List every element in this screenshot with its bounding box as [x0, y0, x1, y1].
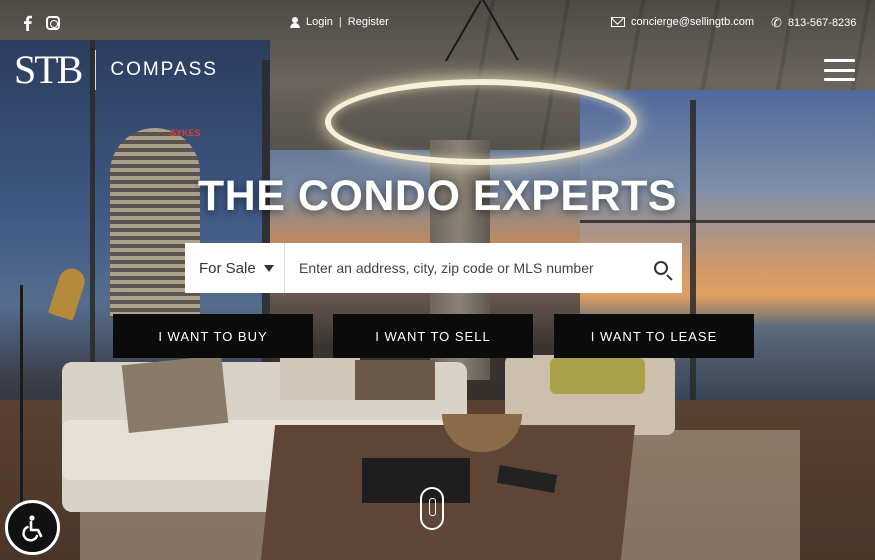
floor-lamp-pole — [20, 285, 23, 515]
scroll-down-icon[interactable] — [420, 487, 444, 530]
property-search: For Sale — [185, 243, 682, 293]
facebook-icon[interactable] — [21, 15, 33, 31]
pillow — [121, 354, 229, 434]
accessibility-button[interactable] — [5, 500, 60, 555]
phone-icon: ✆ — [771, 15, 782, 30]
search-icon — [654, 261, 668, 275]
listing-type-value: For Sale — [199, 259, 256, 277]
window-mullion — [690, 100, 696, 410]
login-link[interactable]: Login — [306, 16, 333, 28]
logo-mark: STB — [14, 47, 83, 92]
register-link[interactable]: Register — [348, 16, 389, 28]
lease-button[interactable]: I WANT TO LEASE — [554, 314, 754, 358]
sell-button[interactable]: I WANT TO SELL — [333, 314, 533, 358]
site-logo[interactable]: STB COMPASS — [14, 46, 218, 93]
search-input[interactable] — [285, 243, 640, 293]
email-link[interactable]: concierge@sellingtb.com — [631, 16, 754, 28]
buy-button[interactable]: I WANT TO BUY — [113, 314, 313, 358]
envelope-icon — [611, 17, 625, 27]
logo-divider — [95, 49, 97, 90]
chair-pillow — [550, 358, 645, 394]
page-title: THE CONDO EXPERTS — [197, 172, 678, 220]
top-bar: Login | Register concierge@sellingtb.com… — [0, 0, 875, 46]
user-icon — [290, 16, 300, 28]
auth-links: Login | Register — [290, 16, 389, 28]
caret-down-icon — [264, 265, 274, 272]
coffee-table-book — [362, 458, 470, 503]
tower-sign: SYKES — [170, 128, 201, 138]
contact-phone[interactable]: ✆ 813-567-8236 — [771, 16, 856, 29]
pillow — [280, 358, 360, 400]
auth-separator: | — [338, 16, 342, 28]
phone-link[interactable]: 813-567-8236 — [788, 17, 857, 29]
instagram-icon[interactable] — [46, 16, 60, 30]
pillow — [355, 360, 435, 400]
listing-type-select[interactable]: For Sale — [185, 243, 285, 293]
logo-brand: COMPASS — [110, 58, 218, 80]
search-button[interactable] — [640, 243, 682, 293]
wheelchair-icon — [21, 514, 42, 541]
contact-email[interactable]: concierge@sellingtb.com — [611, 16, 754, 28]
menu-icon[interactable] — [824, 59, 855, 81]
ring-chandelier — [325, 79, 637, 165]
